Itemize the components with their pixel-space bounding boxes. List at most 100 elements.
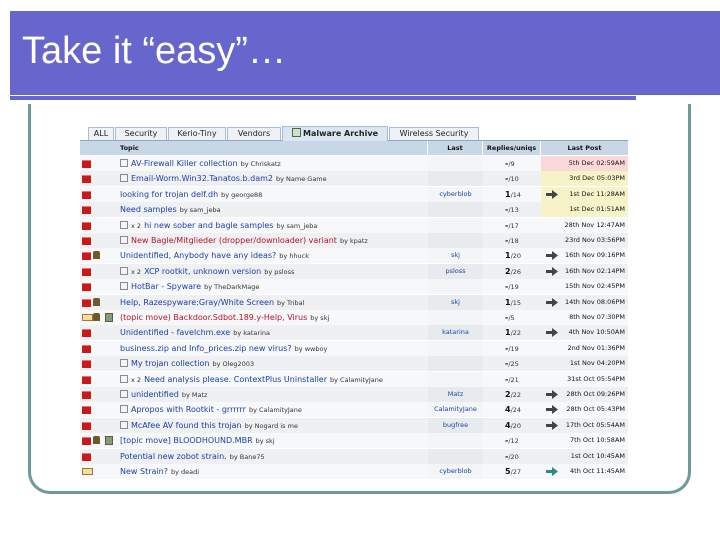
topic-title-link[interactable]: Unidentified - favelchm.exe [120,328,230,337]
replies-cell: 1/22 [483,325,541,341]
last-poster-link[interactable]: katarina [428,325,483,341]
tab-vendors[interactable]: Vendors [227,127,281,140]
go-to-last-post-arrow-icon[interactable] [546,251,558,261]
topic-cell: McAfee AV found this trojan by Nogard is … [118,417,428,433]
go-to-last-post-arrow-icon[interactable] [546,189,558,199]
go-to-last-post-arrow-icon[interactable] [546,467,558,476]
column-header-last[interactable]: Last [428,141,483,155]
go-to-last-post-arrow-icon[interactable] [546,390,558,399]
topic-row[interactable]: HotBar - Spyware by TheDarkMage -/19 15th N… [80,279,628,295]
topic-title-link[interactable]: Need samples [120,205,177,214]
topic-row[interactable]: Apropos with Rootkit - grrrrrr by Calamit… [80,402,628,418]
last-poster-link[interactable]: CalamityJane [428,402,483,418]
tab-wireless-security[interactable]: Wireless Security [389,127,479,140]
topic-title-link[interactable]: Apropos with Rootkit - grrrrrr [131,405,246,414]
last-poster-link[interactable] [428,448,483,464]
replies-cell: -/21 [483,371,541,387]
tab-kerio-tiny[interactable]: Kerio-Tiny [168,127,226,140]
topic-row[interactable]: Email-Worm.Win32.Tanatos.b.dam2 by Name G… [80,171,628,187]
topic-row[interactable]: Help, Razespyware:Gray/White Screen by Tr… [80,294,628,310]
topic-title-link[interactable]: [topic move] BLOODHOUND.MBR [120,436,253,445]
last-poster-link[interactable] [428,171,483,187]
topic-row[interactable]: New Bagle/Mitglieder (dropper/downloader… [80,233,628,248]
topic-title-link[interactable]: HotBar - Spyware [131,282,201,291]
topic-title-link[interactable]: hi new sober and bagle samples [144,221,273,230]
topic-title-link[interactable]: Need analysis please. ContextPlus Uninst… [144,375,327,384]
document-icon [120,236,128,244]
last-poster-link[interactable]: cyberblob [428,186,483,202]
tab-malware-archive[interactable]: Malware Archive [282,126,388,141]
last-poster-link[interactable]: Matz [428,387,483,402]
topic-row[interactable]: business.zip and Info_prices.zip new vir… [80,340,628,356]
last-poster-link[interactable] [428,371,483,387]
topic-title-link[interactable]: Email-Worm.Win32.Tanatos.b.dam2 [131,174,273,183]
topic-title-link[interactable]: McAfee AV found this trojan [131,421,242,430]
topic-row[interactable]: Need samples by sam_jeba -/13 1st Dec 01:51… [80,202,628,218]
last-poster-link[interactable]: skj [428,248,483,264]
column-header-replies[interactable]: Replies/uniqs [483,141,541,155]
column-header-topic[interactable]: Topic [80,141,428,155]
topic-row[interactable]: x 2 hi new sober and bagle samples by sam_… [80,217,628,233]
go-to-last-post-arrow-icon[interactable] [546,405,558,415]
topic-row[interactable]: unidentified by Matz Matz 2/22 28th Oct 09:2… [80,387,628,402]
topic-title-link[interactable]: New Bagle/Mitglieder (dropper/downloader… [131,236,337,245]
topic-status-icons [80,263,118,279]
red-flag-icon [82,329,91,338]
unique-count: 17 [510,221,519,230]
topic-row[interactable]: Unidentified - favelchm.exe by katarina ka… [80,325,628,341]
topic-title-link[interactable]: business.zip and Info_prices.zip new vir… [120,344,292,353]
topic-row[interactable]: x 2 Need analysis please. ContextPlus Uni… [80,371,628,387]
topic-title-link[interactable]: unidentified [131,390,179,399]
topic-row[interactable]: [topic move] BLOODHOUND.MBR by skj -/12 7th… [80,433,628,449]
topic-title-link[interactable]: looking for trojan delf.dh [120,190,218,199]
tab-all[interactable]: ALL [88,127,114,140]
last-poster-link[interactable] [428,233,483,248]
last-poster-link[interactable] [428,356,483,372]
last-poster-link[interactable]: bugfree [428,417,483,433]
last-poster-link[interactable] [428,310,483,325]
last-poster-link[interactable] [428,340,483,356]
topic-title-link[interactable]: Unidentified, Anybody have any ideas? [120,251,276,260]
red-flag-icon [82,221,91,230]
topic-title-link[interactable]: AV-Firewall Killer collection [131,159,238,168]
topic-title-link[interactable]: XCP rootkit, unknown version [144,267,261,276]
last-poster-link[interactable] [428,217,483,233]
topic-title-link[interactable]: Help, Razespyware:Gray/White Screen [120,298,274,307]
document-icon [120,405,128,414]
topic-author: by CalamityJane [248,406,302,415]
go-to-last-post-arrow-icon[interactable] [546,297,558,307]
topic-author: by deadi [170,468,200,476]
topic-row[interactable]: McAfee AV found this trojan by Nogard is … [80,417,628,433]
last-poster-link[interactable] [428,279,483,295]
topic-row[interactable]: My trojan collection by Oleg2003 -/25 1st N… [80,356,628,372]
topic-row[interactable]: looking for trojan delf.dh by george88 cyb… [80,186,628,202]
go-to-last-post-arrow-icon[interactable] [546,328,558,338]
topic-row[interactable]: x 2 XCP rootkit, unknown version by psloss… [80,263,628,279]
last-poster-link[interactable]: cyberblob [428,464,483,479]
column-header-last-post[interactable]: Last Post [541,141,628,155]
topic-status-icons [80,464,118,479]
go-to-last-post-arrow-icon[interactable] [546,266,558,276]
topic-title-link[interactable]: Potential new zobot strain. [120,452,227,461]
last-post-time: 4th Nov 10:50AM [568,328,625,337]
tab-security[interactable]: Security [115,127,167,140]
red-flag-icon [82,452,91,461]
topic-row[interactable]: Unidentified, Anybody have any ideas? by … [80,248,628,264]
topic-title-link[interactable]: (topic move) Backdoor.Sdbot.189.y-Help, … [120,313,307,322]
last-poster-link[interactable]: skj [428,294,483,310]
last-poster-link[interactable]: psloss [428,263,483,279]
topic-row[interactable]: (topic move) Backdoor.Sdbot.189.y-Help, … [80,310,628,325]
unique-count: 14 [512,190,522,199]
topic-title-link[interactable]: My trojan collection [131,359,209,368]
topic-title-link[interactable]: New Strain? [120,467,168,476]
topic-author: by Matz [181,391,208,399]
topic-row[interactable]: New Strain? by deadi cyberblob 5/27 4th Oct … [80,464,628,479]
topic-row[interactable]: AV-Firewall Killer collection by Chriskat… [80,156,628,171]
topic-cell: HotBar - Spyware by TheDarkMage [118,279,428,295]
last-poster-link[interactable] [428,433,483,449]
last-poster-link[interactable] [428,156,483,171]
topic-cell: Need samples by sam_jeba [118,202,428,218]
last-poster-link[interactable] [428,202,483,218]
go-to-last-post-arrow-icon[interactable] [546,420,558,430]
topic-row[interactable]: Potential new zobot strain. by Bane75 -/20… [80,448,628,464]
